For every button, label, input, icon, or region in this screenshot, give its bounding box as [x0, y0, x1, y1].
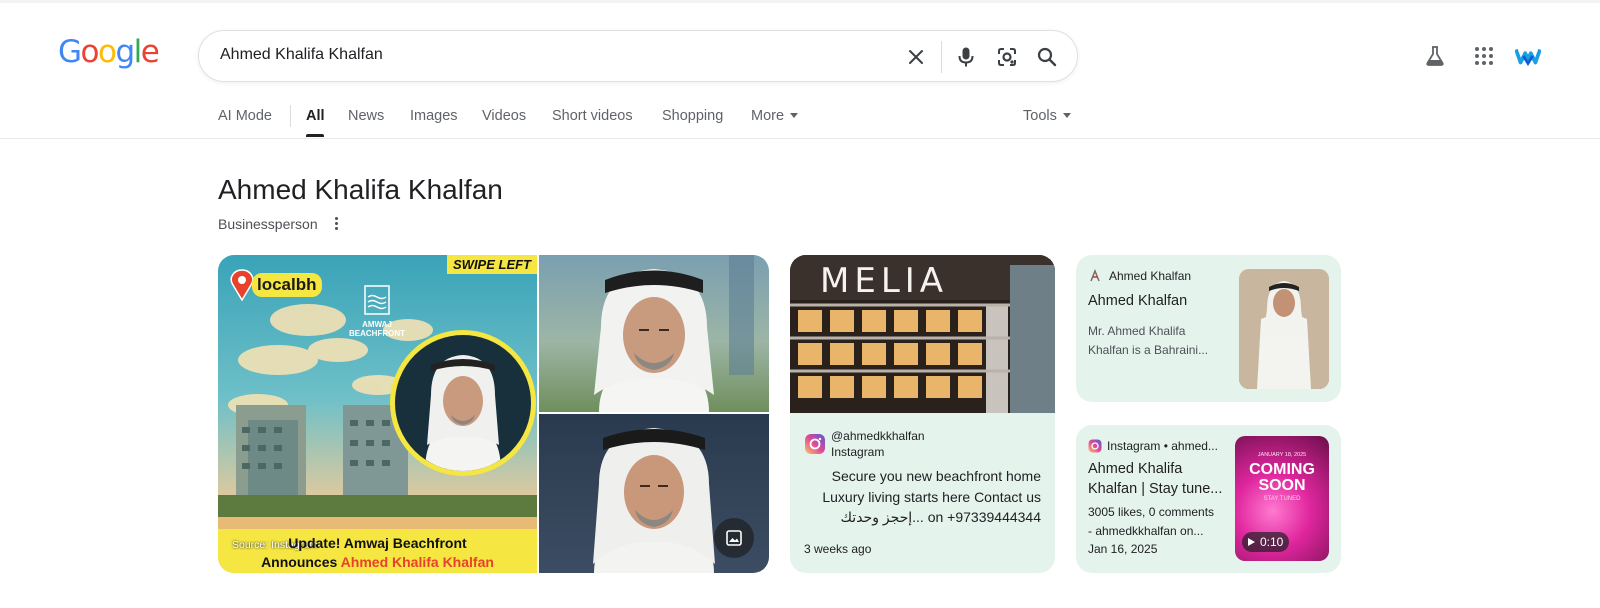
video-thumbnail[interactable]: JANUARY 18, 2025 COMING SOON STAY TUNED …	[1235, 436, 1329, 561]
meta-line-1: 3005 likes, 0 comments	[1088, 505, 1215, 519]
clear-icon[interactable]	[903, 44, 929, 70]
entity-title: Ahmed Khalifa Khalfan	[218, 174, 503, 205]
card-snippet: Mr. Ahmed Khalifa Khalfan is a Bahraini.…	[1088, 322, 1208, 360]
google-logo[interactable]: Google	[58, 34, 160, 70]
logo-letter: g	[115, 34, 135, 70]
localbh-logo: localbh	[230, 269, 322, 301]
profile-photo[interactable]	[1239, 269, 1329, 389]
instagram-video-card[interactable]: Instagram • ahmed... Ahmed Khalifa Khalf…	[1076, 425, 1341, 573]
instagram-icon	[804, 433, 826, 455]
play-icon	[1248, 538, 1255, 546]
thumb-date: JANUARY 18, 2025	[1257, 452, 1307, 458]
tab-all[interactable]: All	[306, 108, 325, 124]
caption-line-3: إحجز وحدتك... on +97339444344	[840, 509, 1042, 525]
caption-line-2: Luxury living starts here Contact us	[822, 488, 1041, 505]
logo-letter: l	[133, 34, 143, 70]
logo-letter: G	[58, 34, 82, 70]
video-duration-badge: 0:10	[1242, 532, 1290, 552]
collage-portrait-bottom[interactable]	[539, 414, 769, 573]
more-options-icon[interactable]	[331, 215, 341, 233]
tools-button[interactable]: Tools	[1023, 108, 1071, 124]
chevron-down-icon	[1062, 112, 1071, 118]
thumb-title: COMING SOON	[1235, 462, 1329, 494]
headline-highlight: Ahmed Khalifa Khalfan	[340, 554, 494, 570]
instagram-handle: @ahmedkkhalfan	[831, 429, 925, 443]
collage-portrait-top[interactable]	[539, 255, 769, 412]
logo-letter: o	[98, 34, 117, 70]
amwaj-label: AMWAJ BEACHFRONT	[349, 320, 405, 338]
post-time: 3 weeks ago	[804, 542, 872, 556]
entity-subtitle: Businessperson	[218, 216, 318, 232]
headline-line-2: Announces Ahmed Khalifa Khalfan	[218, 554, 537, 570]
amwaj-logo: AMWAJ BEACHFRONT	[342, 285, 412, 338]
title-line-1: Ahmed Khalifa	[1088, 461, 1183, 477]
image-icon	[726, 530, 742, 546]
post-caption: Secure you new beachfront home Luxury li…	[790, 466, 1055, 528]
site-favicon-icon	[1088, 268, 1102, 283]
card-source: Instagram • ahmed...	[1107, 439, 1218, 453]
caption-line-1: Secure you new beachfront home	[831, 468, 1041, 484]
instagram-icon	[1088, 439, 1102, 453]
headline-banner: Source: Instagram Update! Amwaj Beachfro…	[218, 529, 537, 573]
tab-images[interactable]: Images	[410, 108, 458, 124]
thumb-subtitle: STAY TUNED	[1263, 496, 1301, 502]
thumb-title-line-2: SOON	[1258, 477, 1306, 494]
tab-short-videos[interactable]: Short videos	[552, 108, 633, 124]
card-meta: 3005 likes, 0 comments - ahmedkkhalfan o…	[1088, 503, 1214, 541]
top-border	[0, 0, 1600, 3]
video-duration: 0:10	[1260, 535, 1284, 549]
view-images-button[interactable]	[714, 518, 754, 558]
melia-building-image[interactable]: MELIA	[790, 255, 1055, 413]
tab-shopping[interactable]: Shopping	[662, 108, 723, 124]
card-title[interactable]: Ahmed Khalifa Khalfan | Stay tune...	[1088, 459, 1222, 499]
meta-line-2: - ahmedkkhalfan on...	[1088, 524, 1204, 538]
thumb-title-line-1: COMING	[1249, 461, 1315, 478]
tools-label: Tools	[1023, 108, 1057, 124]
tab-divider	[290, 105, 291, 127]
card-date: Jan 16, 2025	[1088, 542, 1158, 556]
card-title[interactable]: Ahmed Khalfan	[1088, 293, 1187, 309]
tab-ai-mode[interactable]: AI Mode	[218, 108, 272, 124]
card-source: Ahmed Khalfan	[1109, 269, 1192, 283]
tab-videos[interactable]: Videos	[482, 108, 526, 124]
search-divider	[941, 41, 942, 73]
headline-line-1: Update! Amwaj Beachfront	[288, 535, 467, 551]
lens-camera-icon[interactable]	[994, 44, 1020, 70]
melia-sign: MELIA	[820, 261, 949, 301]
chevron-down-icon	[790, 112, 799, 118]
collage-main-image[interactable]: localbh SWIPE LEFT AMWAJ BEACHFRONT Sour…	[218, 255, 537, 573]
snippet-line-1: Mr. Ahmed Khalifa	[1088, 324, 1186, 338]
microphone-icon[interactable]	[953, 44, 979, 70]
active-tab-indicator	[306, 134, 324, 137]
snippet-line-2: Khalfan is a Bahraini...	[1088, 343, 1209, 357]
swipe-left-badge: SWIPE LEFT	[447, 255, 537, 274]
tab-news[interactable]: News	[348, 108, 384, 124]
tab-more-label: More	[751, 108, 785, 124]
instagram-platform: Instagram	[831, 445, 885, 459]
logo-letter: o	[80, 34, 100, 70]
instagram-post-card[interactable]: MELIA @ahmedkkhalfan Instagram Secure yo…	[790, 255, 1055, 573]
profile-result-card[interactable]: Ahmed Khalfan Ahmed Khalfan Mr. Ahmed Kh…	[1076, 255, 1341, 402]
portrait-circle	[390, 330, 536, 476]
apps-grid-icon[interactable]	[1471, 43, 1497, 69]
image-collage[interactable]: localbh SWIPE LEFT AMWAJ BEACHFRONT Sour…	[218, 255, 769, 573]
tab-more[interactable]: More	[751, 108, 799, 124]
search-icon[interactable]	[1034, 44, 1060, 70]
title-line-2: Khalfan | Stay tune...	[1088, 481, 1223, 497]
search-input[interactable]: Ahmed Khalifa Khalfan	[220, 46, 383, 64]
logo-letter: e	[140, 34, 160, 70]
search-box[interactable]: Ahmed Khalifa Khalfan	[198, 30, 1078, 82]
headline-prefix: Announces	[261, 554, 341, 570]
header-divider	[0, 138, 1600, 139]
labs-flask-icon[interactable]	[1422, 43, 1448, 69]
account-avatar-icon[interactable]	[1515, 43, 1541, 69]
localbh-label: localbh	[252, 273, 322, 297]
